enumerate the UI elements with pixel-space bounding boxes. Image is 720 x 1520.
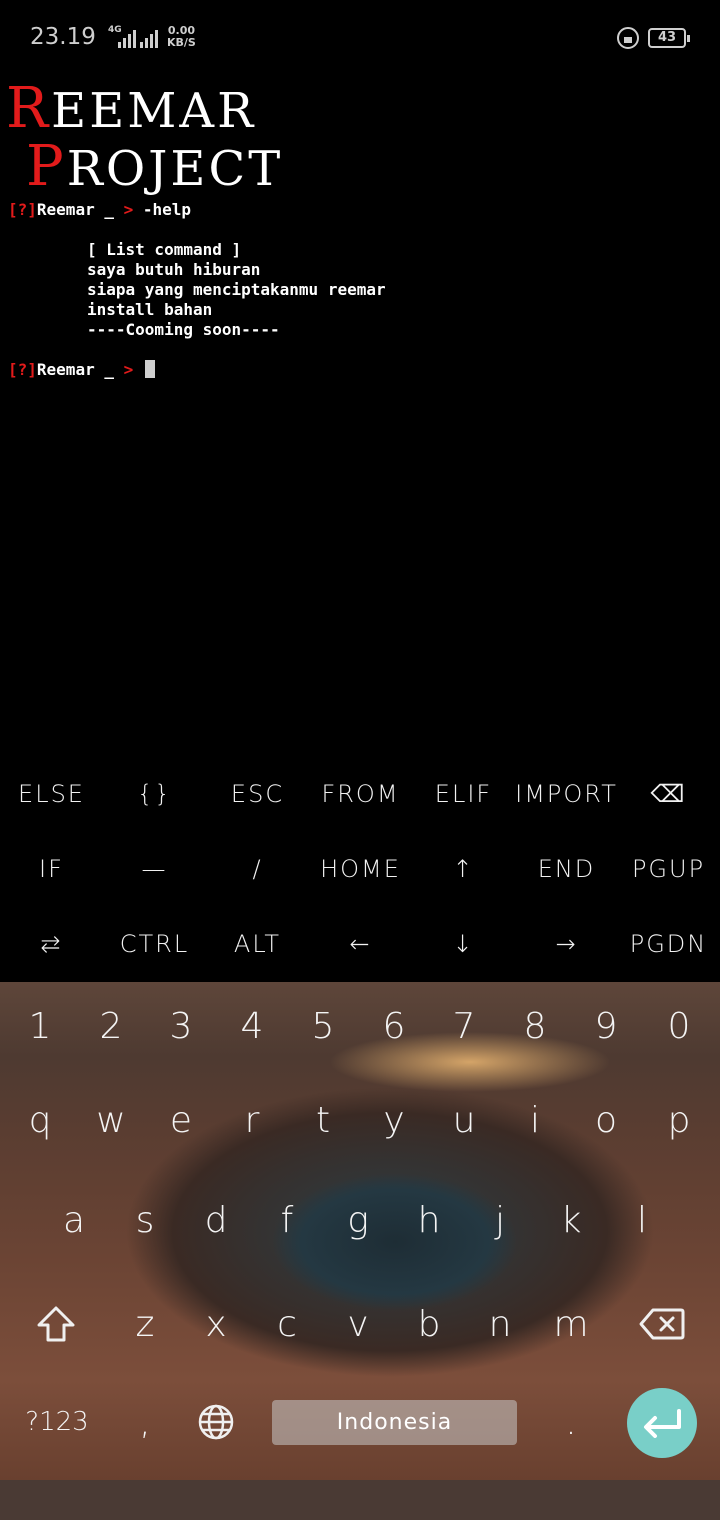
key-f[interactable]: f [251,1180,323,1260]
banner-line-2: PROJECT [26,134,284,199]
key-c[interactable]: c [251,1284,323,1364]
extra-keys-bar: ELSE {} ESC FROM ELIF IMPORT ⌫ IF — / HO… [0,756,720,982]
soft-keyboard: 1 2 3 4 5 6 7 8 9 0 q w e r t y u i o p … [0,982,720,1480]
key-r[interactable]: r [216,1080,288,1160]
key-p[interactable]: p [643,1080,715,1160]
help-line: [ List command ] [87,240,242,259]
key-z[interactable]: z [109,1284,181,1364]
key-k[interactable]: k [535,1180,607,1260]
help-line: saya butuh hiburan [87,260,261,279]
signal-icon [140,26,158,48]
key-j[interactable]: j [464,1180,536,1260]
signal-icon [118,26,136,48]
key-end[interactable]: END [515,831,618,906]
key-q[interactable]: q [4,1080,76,1160]
key-from[interactable]: FROM [309,756,412,831]
shift-icon [37,1306,75,1342]
key-1[interactable]: 1 [4,986,76,1066]
backspace-icon [639,1308,685,1340]
tab-icon[interactable]: ⇆ [0,906,103,981]
key-3[interactable]: 3 [145,986,217,1066]
key-elif[interactable]: ELIF [412,756,515,831]
key-dash[interactable]: — [103,831,206,906]
key-pgup[interactable]: PGUP [617,831,720,906]
command-prompt[interactable]: [?]Reemar _ > [8,360,155,380]
terminal-output[interactable]: REEMAR PROJECT [?]Reemar _ > -help [ Lis… [0,76,720,756]
key-import[interactable]: IMPORT [515,756,618,831]
key-m[interactable]: m [535,1284,607,1364]
key-v[interactable]: v [322,1284,394,1364]
key-else[interactable]: ELSE [0,756,103,831]
key-braces[interactable]: {} [103,756,206,831]
banner-line-1: REEMAR [6,76,257,141]
enter-key[interactable] [627,1388,697,1458]
key-ctrl[interactable]: CTRL [103,906,206,981]
key-a[interactable]: a [38,1180,110,1260]
key-if[interactable]: IF [0,831,103,906]
key-8[interactable]: 8 [499,986,571,1066]
key-d[interactable]: d [180,1180,252,1260]
arrow-up-icon[interactable]: ↑ [412,831,515,906]
text-cursor [144,360,155,378]
help-line: install bahan [87,300,213,319]
key-n[interactable]: n [464,1284,536,1364]
key-u[interactable]: u [428,1080,500,1160]
rotation-lock-icon [617,27,639,49]
command-line-1: [?]Reemar _ > -help [8,200,192,219]
status-bar: 23.19 4G 0.00 KB/S 43 [0,0,720,76]
delete-icon[interactable]: ⌫ [617,756,720,831]
navigation-bar [0,1480,720,1520]
key-period[interactable]: . [535,1382,607,1462]
key-4[interactable]: 4 [216,986,288,1066]
key-o[interactable]: o [570,1080,642,1160]
key-pgdn[interactable]: PGDN [617,906,720,981]
key-home[interactable]: HOME [309,831,412,906]
key-y[interactable]: y [358,1080,430,1160]
key-9[interactable]: 9 [570,986,642,1066]
help-line: siapa yang menciptakanmu reemar [87,280,386,299]
status-time: 23.19 [30,24,96,50]
backspace-key[interactable] [622,1284,702,1364]
key-i[interactable]: i [499,1080,571,1160]
key-h[interactable]: h [393,1180,465,1260]
arrow-right-icon[interactable]: → [515,906,618,981]
key-esc[interactable]: ESC [206,756,309,831]
symbols-key[interactable]: ?123 [14,1382,100,1462]
space-bar[interactable]: Indonesia [272,1400,517,1445]
key-0[interactable]: 0 [643,986,715,1066]
key-slash[interactable]: / [206,831,309,906]
key-b[interactable]: b [393,1284,465,1364]
arrow-left-icon[interactable]: ← [309,906,412,981]
language-key[interactable] [180,1382,252,1462]
key-w[interactable]: w [75,1080,147,1160]
network-speed: 0.00 KB/S [167,24,196,49]
globe-icon [198,1404,234,1440]
key-7[interactable]: 7 [428,986,500,1066]
key-comma[interactable]: , [110,1382,180,1462]
key-alt[interactable]: ALT [206,906,309,981]
help-line: ----Cooming soon---- [87,320,280,339]
arrow-down-icon[interactable]: ↓ [412,906,515,981]
key-g[interactable]: g [322,1180,394,1260]
shift-key[interactable] [18,1284,94,1364]
key-e[interactable]: e [145,1080,217,1160]
key-5[interactable]: 5 [287,986,359,1066]
key-l[interactable]: l [606,1180,678,1260]
key-6[interactable]: 6 [358,986,430,1066]
enter-icon [644,1409,681,1438]
battery-icon: 43 [648,28,690,48]
key-x[interactable]: x [180,1284,252,1364]
help-output: [ List command ] saya butuh hiburan siap… [87,240,386,340]
key-s[interactable]: s [109,1180,181,1260]
key-t[interactable]: t [287,1080,359,1160]
key-2[interactable]: 2 [75,986,147,1066]
